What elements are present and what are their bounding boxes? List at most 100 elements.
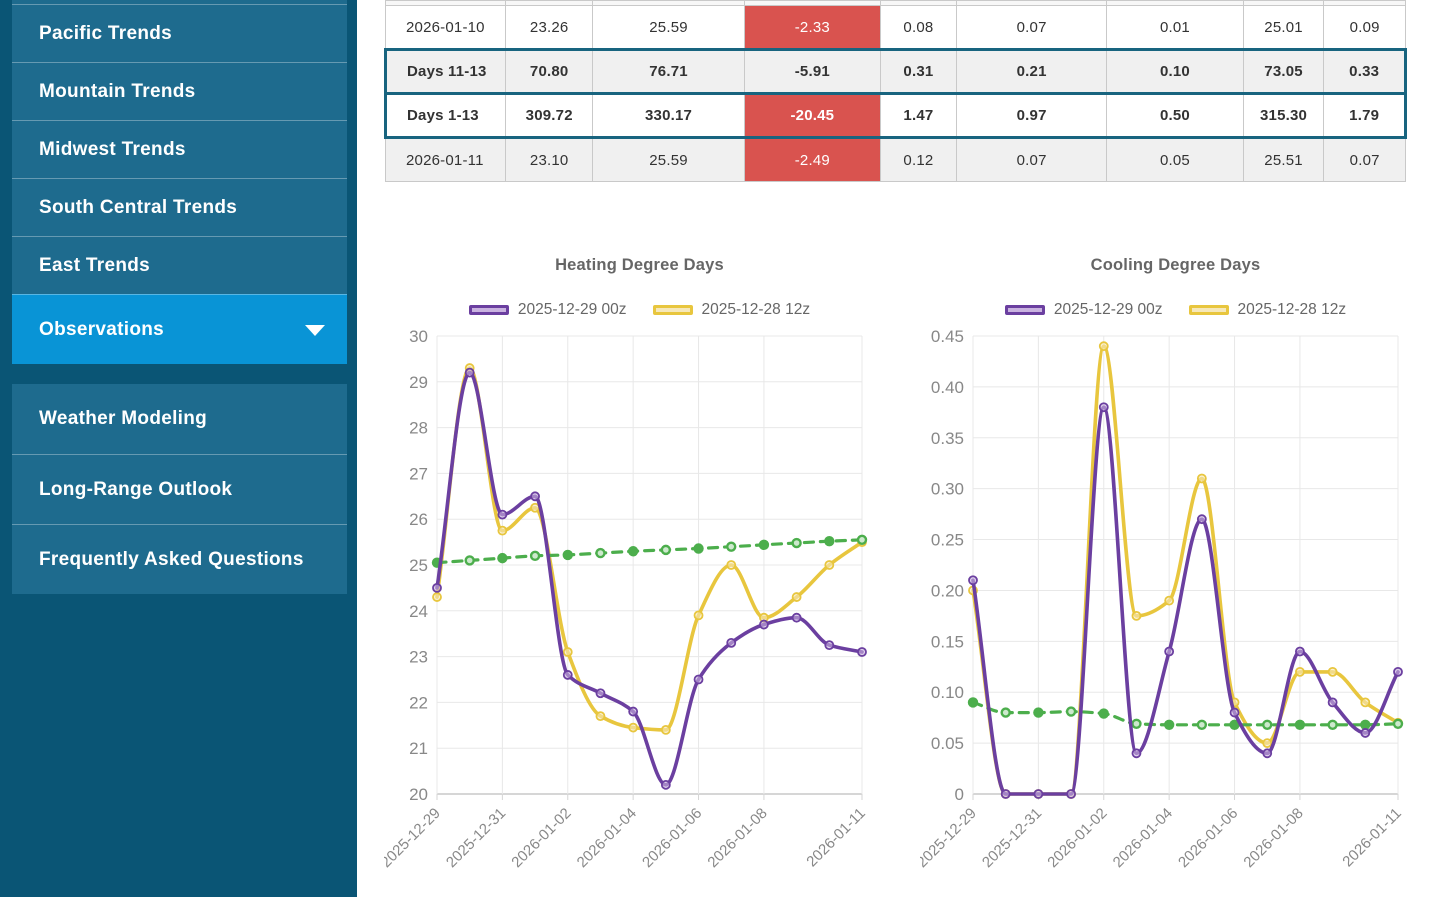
legend-item[interactable]: 2025-12-29 00z — [1005, 301, 1163, 319]
sidebar-item-label: Midwest Trends — [39, 139, 186, 161]
svg-text:2026-01-08: 2026-01-08 — [1240, 805, 1306, 871]
legend-label: 2025-12-28 12z — [702, 301, 811, 319]
svg-text:2025-12-29: 2025-12-29 — [384, 805, 444, 871]
page: Pacific Trends Mountain Trends Midwest T… — [0, 0, 1432, 901]
svg-text:27: 27 — [409, 464, 428, 483]
table-cell: 23.10 — [506, 138, 593, 182]
sidebar-item-pacific-trends[interactable]: Pacific Trends — [12, 4, 347, 62]
svg-text:30: 30 — [409, 327, 428, 346]
sidebar-item-label: South Central Trends — [39, 197, 237, 219]
legend-label: 2025-12-29 00z — [1054, 301, 1163, 319]
table-cell: 330.17 — [593, 94, 745, 138]
sidebar-item-label: Observations — [39, 319, 164, 341]
svg-text:2026-01-11: 2026-01-11 — [803, 805, 868, 870]
svg-text:24: 24 — [409, 602, 428, 621]
table-cell: 25.51 — [1243, 138, 1324, 182]
sidebar-item-observations[interactable]: Observations — [12, 294, 347, 364]
forecast-table-body: 2026-01-1023.2625.59-2.330.080.070.0125.… — [386, 1, 1406, 182]
legend-swatch-purple — [469, 305, 509, 315]
forecast-table: 2026-01-1023.2625.59-2.330.080.070.0125.… — [384, 0, 1407, 182]
table-row: 2026-01-1123.1025.59-2.490.120.070.0525.… — [386, 138, 1406, 182]
table-cell: 1.47 — [880, 94, 957, 138]
table-cell: 0.07 — [957, 6, 1107, 50]
table-cell: 25.59 — [593, 6, 745, 50]
heating-chart-panel: Heating Degree Days 2025-12-29 00z 2025-… — [384, 256, 895, 891]
table-cell: 0.97 — [957, 94, 1107, 138]
svg-text:22: 22 — [409, 693, 428, 712]
sidebar-primary-group: Pacific Trends Mountain Trends Midwest T… — [12, 0, 347, 364]
sidebar-item-mountain-trends[interactable]: Mountain Trends — [12, 62, 347, 120]
table-cell: 0.33 — [1324, 50, 1406, 94]
sidebar-secondary-group: Weather Modeling Long-Range Outlook Freq… — [12, 384, 347, 594]
legend-label: 2025-12-29 00z — [518, 301, 627, 319]
sidebar-item-south-central-trends[interactable]: South Central Trends — [12, 178, 347, 236]
heating-degree-days-chart: 30292827262524232221202025-12-292025-12-… — [384, 325, 895, 891]
table-cell: 309.72 — [506, 94, 593, 138]
table-cell: 25.01 — [1243, 6, 1324, 50]
svg-text:2026-01-06: 2026-01-06 — [639, 805, 705, 871]
svg-text:21: 21 — [409, 739, 428, 758]
table-cell: 0.31 — [880, 50, 957, 94]
svg-text:0.20: 0.20 — [931, 581, 964, 600]
sidebar-item-east-trends[interactable]: East Trends — [12, 236, 347, 294]
table-cell: 315.30 — [1243, 94, 1324, 138]
table-cell: -2.49 — [745, 138, 881, 182]
svg-text:2025-12-29: 2025-12-29 — [920, 805, 980, 871]
table-cell: -20.45 — [745, 94, 881, 138]
table-cell: 0.21 — [957, 50, 1107, 94]
table-cell: 1.79 — [1324, 94, 1406, 138]
sidebar-item-faq[interactable]: Frequently Asked Questions — [12, 524, 347, 594]
table-cell: 2026-01-11 — [386, 138, 506, 182]
table-cell: 0.10 — [1107, 50, 1244, 94]
legend-item[interactable]: 2025-12-28 12z — [653, 301, 811, 319]
svg-text:2026-01-02: 2026-01-02 — [508, 805, 574, 871]
table-cell: 0.12 — [880, 138, 957, 182]
table-cell: 0.05 — [1107, 138, 1244, 182]
svg-text:0.15: 0.15 — [931, 632, 964, 651]
table-cell: 2026-01-10 — [386, 6, 506, 50]
sidebar-item-label: Pacific Trends — [39, 23, 172, 45]
chart-legend: 2025-12-29 00z 2025-12-28 12z — [920, 299, 1431, 321]
svg-text:28: 28 — [409, 419, 428, 438]
sidebar-item-label: Frequently Asked Questions — [39, 549, 304, 571]
sidebar-item-label: Mountain Trends — [39, 81, 196, 103]
legend-item[interactable]: 2025-12-29 00z — [469, 301, 627, 319]
svg-text:29: 29 — [409, 373, 428, 392]
legend-swatch-yellow — [653, 305, 693, 315]
chart-title: Heating Degree Days — [384, 256, 895, 278]
table-cell: Days 11-13 — [386, 50, 506, 94]
svg-text:0.25: 0.25 — [931, 531, 964, 550]
sidebar: Pacific Trends Mountain Trends Midwest T… — [0, 0, 357, 897]
table-cell: 23.26 — [506, 6, 593, 50]
main-content: 2026-01-1023.2625.59-2.330.080.070.0125.… — [357, 0, 1432, 901]
sidebar-item-weather-modeling[interactable]: Weather Modeling — [12, 384, 347, 454]
forecast-table-wrap: 2026-01-1023.2625.59-2.330.080.070.0125.… — [384, 0, 1407, 182]
svg-text:2026-01-04: 2026-01-04 — [574, 805, 640, 871]
sidebar-item-label: Weather Modeling — [39, 408, 207, 430]
table-cell: 0.08 — [880, 6, 957, 50]
svg-text:2026-01-11: 2026-01-11 — [1339, 805, 1404, 870]
table-row: 2026-01-1023.2625.59-2.330.080.070.0125.… — [386, 6, 1406, 50]
table-row: Days 1-13309.72330.17-20.451.470.970.503… — [386, 94, 1406, 138]
svg-text:2025-12-31: 2025-12-31 — [443, 805, 509, 871]
svg-text:2025-12-31: 2025-12-31 — [979, 805, 1045, 871]
svg-text:2026-01-06: 2026-01-06 — [1175, 805, 1241, 871]
table-cell: 0.07 — [1324, 138, 1406, 182]
sidebar-item-long-range-outlook[interactable]: Long-Range Outlook — [12, 454, 347, 524]
svg-text:23: 23 — [409, 648, 428, 667]
table-cell: 0.09 — [1324, 6, 1406, 50]
table-cell: -5.91 — [745, 50, 881, 94]
table-cell: Days 1-13 — [386, 94, 506, 138]
svg-text:2026-01-08: 2026-01-08 — [704, 805, 770, 871]
svg-text:0.05: 0.05 — [931, 734, 964, 753]
svg-text:0: 0 — [955, 785, 964, 804]
legend-item[interactable]: 2025-12-28 12z — [1189, 301, 1347, 319]
svg-text:0.10: 0.10 — [931, 683, 964, 702]
legend-label: 2025-12-28 12z — [1238, 301, 1347, 319]
svg-text:2026-01-02: 2026-01-02 — [1044, 805, 1110, 871]
svg-text:0.40: 0.40 — [931, 378, 964, 397]
svg-text:26: 26 — [409, 510, 428, 529]
svg-text:20: 20 — [409, 785, 428, 804]
sidebar-item-midwest-trends[interactable]: Midwest Trends — [12, 120, 347, 178]
table-cell: 70.80 — [506, 50, 593, 94]
